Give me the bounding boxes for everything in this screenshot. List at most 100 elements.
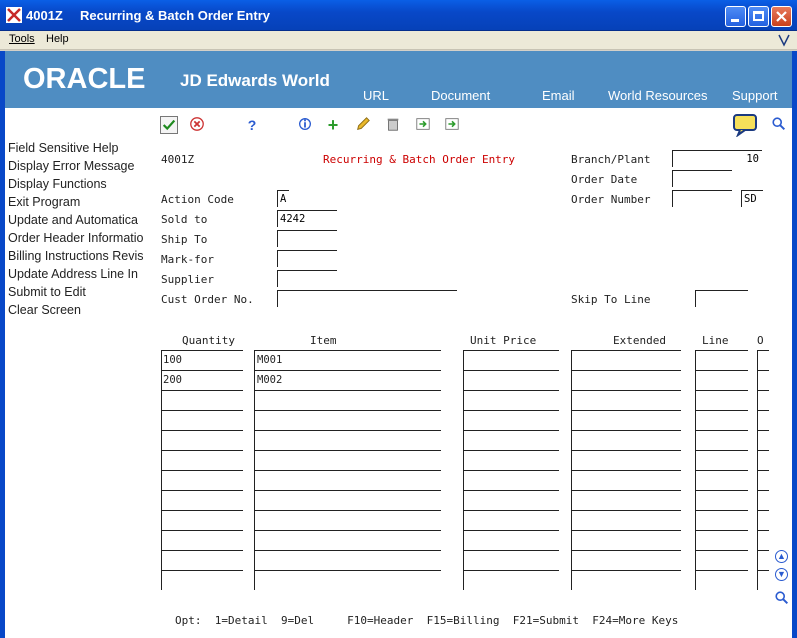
grid-cell-border <box>757 490 758 510</box>
sidebar-item-submit-to-edit[interactable]: Submit to Edit <box>8 285 86 299</box>
grid-cell-border <box>695 510 748 511</box>
grid-cell-border <box>695 350 748 351</box>
grid-cell-border <box>695 550 696 570</box>
action-code-field[interactable]: A <box>277 190 289 207</box>
menu-help[interactable]: Help <box>46 33 69 45</box>
grid-cell-border <box>571 370 572 390</box>
grid-cell-border <box>757 510 769 511</box>
grid-cell-border <box>161 390 243 391</box>
grid-cell-border <box>695 550 748 551</box>
link-url[interactable]: URL <box>363 88 389 103</box>
scroll-up-icon[interactable]: ▲ <box>775 550 788 563</box>
grid-cell-border <box>254 550 255 570</box>
grid-cell-border <box>571 490 572 510</box>
grid-cell-border <box>571 570 572 590</box>
order-type-field[interactable]: SD <box>741 190 763 207</box>
grid-cell-border <box>571 450 681 451</box>
sold-to-field[interactable]: 4242 <box>277 210 337 227</box>
row1-item[interactable]: M001 <box>257 354 282 366</box>
help-icon[interactable]: ? <box>243 116 261 134</box>
grid-cell-border <box>571 390 681 391</box>
grid-cell-border <box>161 410 162 430</box>
sidebar-item-exit-program[interactable]: Exit Program <box>8 195 80 209</box>
link-document[interactable]: Document <box>431 88 490 103</box>
menu-tools[interactable]: Tools <box>9 33 35 45</box>
sidebar-item-billing-instructions[interactable]: Billing Instructions Revis <box>8 249 143 263</box>
grid-cell-border <box>571 350 681 351</box>
grid-cell-border <box>161 450 162 470</box>
cust-order-label: Cust Order No. <box>161 293 254 306</box>
link-world-resources[interactable]: World Resources <box>608 88 707 103</box>
function-key-legend: Opt: 1=Detail 9=Del F10=Header F15=Billi… <box>175 614 679 627</box>
row2-quantity[interactable]: 200 <box>163 374 182 386</box>
link-support[interactable]: Support <box>732 88 778 103</box>
supplier-field[interactable] <box>277 270 337 287</box>
grid-cell-border <box>254 430 441 431</box>
scroll-down-icon[interactable]: ▼ <box>775 568 788 581</box>
sidebar-item-update-automatic[interactable]: Update and Automatica <box>8 213 138 227</box>
grid-cell-border <box>757 390 769 391</box>
sidebar-item-field-help[interactable]: Field Sensitive Help <box>8 141 118 155</box>
grid-cell-border <box>757 570 769 571</box>
delete-icon[interactable] <box>384 116 402 134</box>
grid-cell-border <box>571 350 572 370</box>
grid-cell-border <box>161 510 162 530</box>
grid-cell-border <box>695 530 696 550</box>
grid-cell-border <box>695 390 696 410</box>
grid-cell-border <box>571 530 681 531</box>
maximize-button[interactable] <box>748 6 769 27</box>
import-icon[interactable] <box>443 116 461 134</box>
grid-cell-border <box>695 430 748 431</box>
grid-search-icon[interactable] <box>773 590 791 608</box>
close-button[interactable] <box>771 6 792 27</box>
sold-to-label: Sold to <box>161 213 208 226</box>
link-email[interactable]: Email <box>542 88 575 103</box>
grid-cell-border <box>463 550 559 551</box>
order-number-field[interactable] <box>672 190 732 207</box>
window-right-border <box>792 51 797 638</box>
row1-quantity[interactable]: 100 <box>163 354 182 366</box>
grid-cell-border <box>463 450 464 470</box>
check-icon[interactable] <box>160 116 178 134</box>
grid-cell-border <box>463 350 464 370</box>
export-icon[interactable] <box>414 116 432 134</box>
grid-cell-border <box>695 470 748 471</box>
grid-cell-border <box>161 450 243 451</box>
grid-cell-border <box>757 410 769 411</box>
grid-cell-border <box>254 390 255 410</box>
main-form: ? + 4001Z Recurring & Batch Order Entry … <box>151 108 792 638</box>
skip-to-line-field[interactable] <box>695 290 748 307</box>
grid-cell-border <box>254 530 441 531</box>
info-icon[interactable] <box>296 116 314 134</box>
mark-for-field[interactable] <box>277 250 337 267</box>
sidebar-item-clear-screen[interactable]: Clear Screen <box>8 303 81 317</box>
grid-cell-border <box>695 470 696 490</box>
pencil-icon[interactable] <box>354 116 372 134</box>
grid-cell-border <box>254 570 255 590</box>
grid-cell-border <box>161 370 243 371</box>
add-icon[interactable]: + <box>324 116 342 134</box>
grid-cell-border <box>161 410 243 411</box>
grid-cell-border <box>695 410 696 430</box>
search-icon[interactable] <box>770 116 788 134</box>
ship-to-field[interactable] <box>277 230 337 247</box>
sidebar-item-update-address[interactable]: Update Address Line In <box>8 267 138 281</box>
cancel-icon[interactable] <box>188 116 206 134</box>
grid-cell-border <box>161 490 162 510</box>
grid-cell-border <box>757 390 758 410</box>
order-date-field[interactable] <box>672 170 732 187</box>
cust-order-field[interactable] <box>277 290 457 307</box>
sidebar-item-order-header[interactable]: Order Header Informatio <box>8 231 143 245</box>
row2-item[interactable]: M002 <box>257 374 282 386</box>
sidebar-item-error-message[interactable]: Display Error Message <box>8 159 134 173</box>
grid-cell-border <box>695 370 748 371</box>
sidebar-item-display-functions[interactable]: Display Functions <box>8 177 107 191</box>
branch-plant-field[interactable]: 10 <box>672 150 762 167</box>
menu-bar: Tools Help <box>0 31 797 50</box>
minimize-button[interactable] <box>725 6 746 27</box>
grid-cell-border <box>695 430 696 450</box>
grid-cell-border <box>463 470 559 471</box>
grid-cell-border <box>695 490 748 491</box>
chat-icon[interactable] <box>732 113 758 138</box>
grid-cell-border <box>254 470 255 490</box>
